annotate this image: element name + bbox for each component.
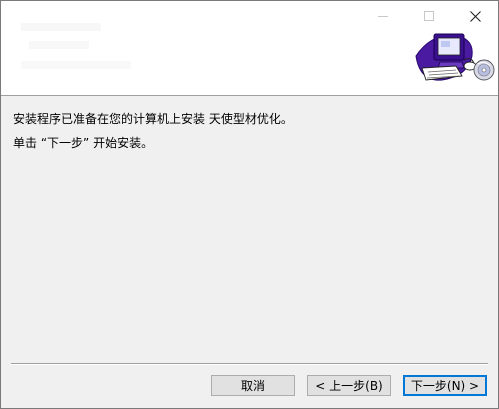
next-button[interactable]: 下一步(N) >: [403, 375, 487, 396]
computer-setup-icon: [415, 33, 495, 81]
ready-to-install-text: 安装程序已准备在您的计算机上安装 天使型材优化。: [13, 112, 293, 126]
minimize-icon: [378, 16, 388, 17]
minimize-button[interactable]: [360, 1, 406, 31]
cancel-button[interactable]: 取消: [211, 375, 295, 396]
click-next-instruction: 单击 “下一步” 开始安装。: [13, 136, 154, 150]
installer-window: 安装程序已准备在您的计算机上安装 天使型材优化。 单击 “下一步” 开始安装。 …: [0, 0, 499, 409]
header-watermark: [21, 23, 101, 31]
close-icon: [469, 10, 481, 22]
maximize-icon: [424, 11, 434, 21]
footer-separator: [11, 363, 488, 365]
wizard-message: 安装程序已准备在您的计算机上安装 天使型材优化。 单击 “下一步” 开始安装。: [13, 109, 483, 153]
back-button[interactable]: < 上一步(B): [307, 375, 391, 396]
wizard-header: [1, 1, 498, 96]
header-watermark: [21, 61, 131, 69]
header-watermark: [29, 41, 89, 49]
